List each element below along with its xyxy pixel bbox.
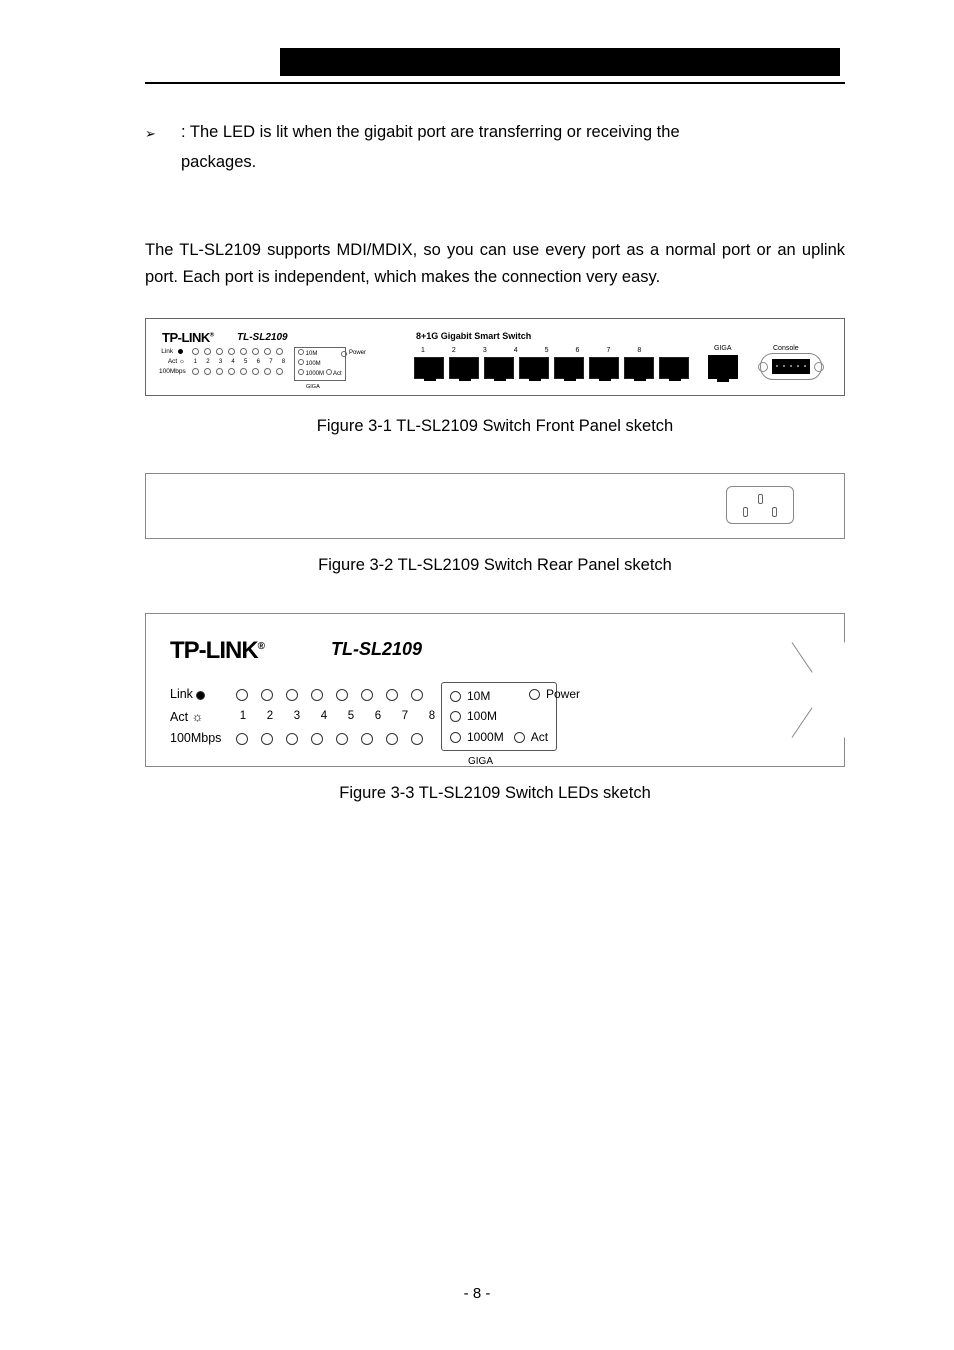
port-icon (519, 357, 549, 379)
mbps-label: 100Mbps (159, 367, 189, 376)
chapter-header-bar (280, 48, 840, 76)
page-content: ➢ : The LED is lit when the gigabit port… (145, 120, 845, 807)
product-desc: 8+1G Gigabit Smart Switch (416, 330, 531, 344)
giga-label: GIGA (468, 754, 493, 770)
link-label: Link (170, 685, 236, 704)
rear-panel-diagram (145, 473, 845, 539)
giga-label: GIGA (306, 383, 320, 392)
console-port-icon (760, 353, 822, 380)
power-socket-icon (726, 486, 794, 524)
front-panel-diagram: TP-LINK® TL-SL2109 8+1G Gigabit Smart Sw… (145, 318, 845, 396)
model-label-large: TL-SL2109 (331, 636, 422, 664)
port-icon (484, 357, 514, 379)
port-icon (659, 357, 689, 379)
port-icon (449, 357, 479, 379)
giga-led-box: 10M 100M 1000M Act (294, 347, 346, 381)
port-icon (414, 357, 444, 379)
model-label: TL-SL2109 (237, 330, 288, 346)
figure-caption-3: Figure 3-3 TL-SL2109 Switch LEDs sketch (145, 781, 845, 807)
figure-caption-2: Figure 3-2 TL-SL2109 Switch Rear Panel s… (145, 553, 845, 579)
giga-port-label: GIGA (714, 344, 732, 355)
led-panel-diagram: TP-LINK® TL-SL2109 Link Act ☼ 12345678 1… (145, 613, 845, 767)
bullet-text-line1: : The LED is lit when the gigabit port a… (181, 120, 845, 146)
power-indicator: Power (529, 685, 580, 704)
brand-logo-large: TP-LINK® (170, 632, 264, 669)
port-icon (554, 357, 584, 379)
page-number: - 8 - (0, 1285, 954, 1302)
bullet-symbol: ➢ (145, 120, 181, 146)
section-paragraph: The TL-SL2109 supports MDI/MDIX, so you … (145, 237, 845, 290)
brand-logo: TP-LINK® (162, 328, 214, 348)
act-label: Act ☼ (170, 707, 236, 727)
bullet-item: ➢ : The LED is lit when the gigabit port… (145, 120, 845, 146)
port-numbers: 12345678 (421, 346, 641, 357)
port-icon (624, 357, 654, 379)
mbps-label: 100Mbps (170, 729, 236, 748)
act-label: Act ☼ (159, 357, 189, 366)
ethernet-ports (414, 357, 689, 379)
led-rows: Link Act ☼ 12345678 100Mbps (170, 684, 439, 750)
giga-port-icon (708, 355, 738, 379)
bullet-text-line2: packages. (181, 150, 845, 176)
horizontal-rule (145, 82, 845, 84)
led-indicator-block: Link Act ☼ 12345678 100Mbps (159, 347, 290, 377)
port-icon (589, 357, 619, 379)
figure-caption-1: Figure 3-1 TL-SL2109 Switch Front Panel … (145, 414, 845, 440)
power-led: Power (341, 349, 366, 358)
link-label: Link (159, 347, 189, 356)
